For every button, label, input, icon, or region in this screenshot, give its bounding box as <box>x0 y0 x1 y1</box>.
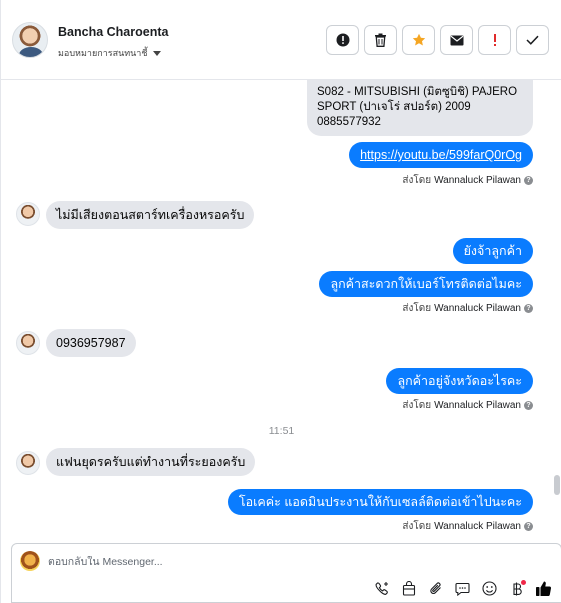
info-icon[interactable]: ? <box>524 401 533 410</box>
envelope-icon <box>450 35 463 45</box>
header-actions <box>326 25 549 55</box>
outgoing-message[interactable]: https://youtu.be/599farQ0rOg <box>349 142 533 168</box>
reply-composer <box>11 543 561 603</box>
composer-tools <box>372 579 553 598</box>
trash-icon <box>375 33 386 47</box>
link-preview-text: S082 - MITSUBISHI (มิตซูบิชิ) PAJERO SPO… <box>317 86 518 128</box>
page-avatar <box>20 551 40 571</box>
sent-by-label: ส่งโดย Wannaluck Pilawan ? <box>402 173 533 188</box>
shop-button[interactable] <box>399 579 418 598</box>
assign-label: มอบหมายการสนทนาชี้ <box>58 48 148 58</box>
bag-icon <box>402 581 415 596</box>
link-preview-card[interactable]: S082 - MITSUBISHI (มิตซูบิชิ) PAJERO SPO… <box>307 80 533 136</box>
reply-input[interactable] <box>48 556 348 568</box>
contact-avatar-small <box>16 202 40 226</box>
conversation-header: Bancha Charoenta มอบหมายการสนทนาชี้ <box>1 0 561 80</box>
info-icon[interactable]: ? <box>524 304 533 313</box>
message-list[interactable]: S082 - MITSUBISHI (มิตซูบิชิ) PAJERO SPO… <box>1 80 561 540</box>
alert-circle-icon <box>336 33 349 47</box>
contact-avatar-small <box>16 451 40 475</box>
incoming-message[interactable]: ไม่มีเสียงตอนสตาร์ทเครื่องหรอครับ <box>46 201 255 229</box>
sent-by-label: ส่งโดย Wannaluck Pilawan ? <box>402 398 533 413</box>
check-icon <box>526 35 539 45</box>
star-button[interactable] <box>402 25 435 55</box>
follow-up-button[interactable] <box>478 25 511 55</box>
payment-button[interactable] <box>507 579 526 598</box>
sent-by-label: ส่งโดย Wannaluck Pilawan ? <box>402 519 533 534</box>
exclamation-icon <box>493 34 496 46</box>
like-icon <box>536 581 552 596</box>
phone-add-button[interactable] <box>372 579 391 598</box>
chat-bubble-icon <box>455 582 470 596</box>
incoming-message[interactable]: 0936957987 <box>46 329 136 357</box>
conversation-panel: Bancha Charoenta มอบหมายการสนทนาชี้ S082… <box>0 0 561 603</box>
emoji-button[interactable] <box>480 579 499 598</box>
notification-dot <box>521 580 526 585</box>
attach-button[interactable] <box>426 579 445 598</box>
outgoing-message[interactable]: ลูกค้าสะดวกให้เบอร์โทรติดต่อไมคะ <box>319 271 533 297</box>
scrollbar[interactable] <box>554 80 560 540</box>
phone-add-icon <box>375 581 388 595</box>
contact-name[interactable]: Bancha Charoenta <box>58 25 168 39</box>
contact-avatar-small <box>16 331 40 355</box>
outgoing-message[interactable]: โอเคค่ะ แอดมินประงานให้กับเซลล์ติดต่อเข้… <box>227 489 533 515</box>
like-button[interactable] <box>534 579 553 598</box>
scrollbar-thumb[interactable] <box>554 475 560 495</box>
delete-button[interactable] <box>364 25 397 55</box>
done-button[interactable] <box>516 25 549 55</box>
spam-button[interactable] <box>326 25 359 55</box>
sent-by-label: ส่งโดย Wannaluck Pilawan ? <box>402 301 533 316</box>
assign-conversation-dropdown[interactable]: มอบหมายการสนทนาชี้ <box>58 46 162 60</box>
outgoing-message[interactable]: ลูกค้าอยู่จังหวัดอะไรคะ <box>386 368 533 394</box>
youtube-link[interactable]: https://youtu.be/599farQ0rOg <box>360 148 522 162</box>
outgoing-message[interactable]: ยังจ้าลูกค้า <box>452 238 533 264</box>
emoji-icon <box>482 581 497 596</box>
paperclip-icon <box>429 582 441 594</box>
star-icon <box>412 33 425 46</box>
caret-down-icon <box>153 50 162 56</box>
time-separator: 11:51 <box>268 425 295 437</box>
info-icon[interactable]: ? <box>524 522 533 531</box>
saved-replies-button[interactable] <box>453 579 472 598</box>
mark-unread-button[interactable] <box>440 25 473 55</box>
incoming-message[interactable]: แฟนยุดรครับแต่ทำงานที่ระยองครับ <box>46 448 256 476</box>
info-icon[interactable]: ? <box>524 176 533 185</box>
contact-avatar[interactable] <box>12 22 48 58</box>
